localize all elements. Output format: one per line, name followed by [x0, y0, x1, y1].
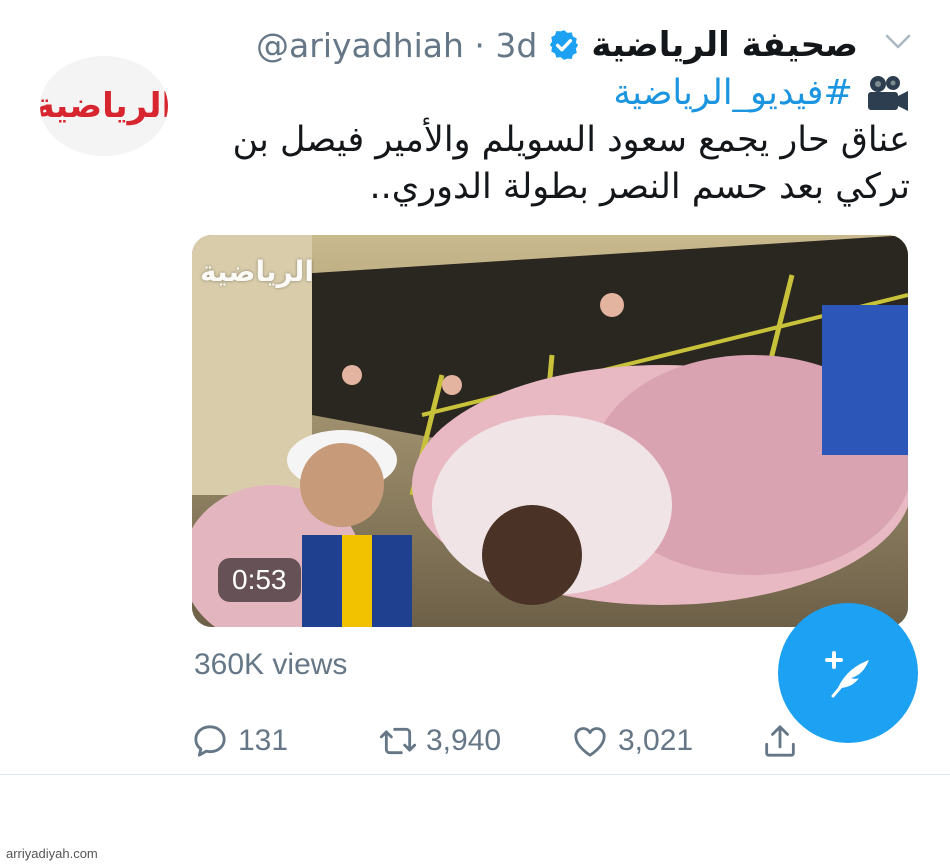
avatar[interactable]: الرياضية — [40, 56, 168, 156]
time-label: @ariyadhiah · 3d — [256, 26, 537, 65]
reply-count: 131 — [238, 724, 289, 757]
tweet-text-line-1: عناق حار يجمع سعود السويلم والأمير فيصل … — [232, 120, 910, 160]
handle[interactable]: @ariyadhiah — [256, 26, 464, 65]
chevron-down-icon[interactable] — [884, 32, 912, 52]
tweet-actions: 131 3,940 3,021 — [190, 718, 830, 764]
view-count: 360K views — [194, 648, 348, 681]
tweet-text: #فيديو_الرياضية عناق حار يجمع سعود السوي… — [232, 70, 910, 211]
tweet-text-line-2: تركي بعد حسم النصر بطولة الدوري.. — [369, 167, 910, 207]
share-icon — [765, 725, 795, 757]
avatar-logo-text: الرياضية — [40, 86, 168, 126]
retweet-button[interactable]: 3,940 — [378, 718, 501, 764]
reply-button[interactable]: 131 — [190, 718, 288, 764]
source-footer: arriyadiyah.com — [6, 846, 98, 861]
compose-tweet-button[interactable] — [778, 603, 918, 743]
retweet-count: 3,940 — [426, 724, 502, 757]
heart-icon — [574, 727, 606, 757]
retweet-icon — [379, 727, 417, 755]
share-button[interactable] — [760, 718, 800, 764]
tweet-header: @ariyadhiah · 3d صحيفة الرياضية — [256, 20, 858, 70]
like-count: 3,021 — [618, 724, 694, 757]
divider — [0, 774, 950, 775]
timestamp[interactable]: 3d — [495, 26, 537, 65]
compose-feather-icon — [825, 651, 869, 698]
verified-badge-icon — [550, 30, 579, 60]
like-button[interactable]: 3,021 — [570, 718, 693, 764]
movie-camera-icon — [868, 76, 908, 111]
author-name[interactable]: صحيفة الرياضية — [591, 25, 858, 65]
video-player[interactable]: الرياضية 0:53 — [192, 235, 908, 627]
tweet-card[interactable]: الرياضية @ariyadhiah · 3d صحيفة الرياضية — [0, 0, 950, 775]
reply-icon — [194, 725, 226, 757]
hashtag-line: #فيديو_الرياضية — [290, 70, 910, 117]
hashtag-link[interactable]: #فيديو_الرياضية — [613, 73, 852, 113]
video-duration-badge: 0:53 — [218, 558, 301, 602]
separator: · — [474, 25, 485, 65]
video-watermark: الرياضية — [200, 255, 315, 288]
